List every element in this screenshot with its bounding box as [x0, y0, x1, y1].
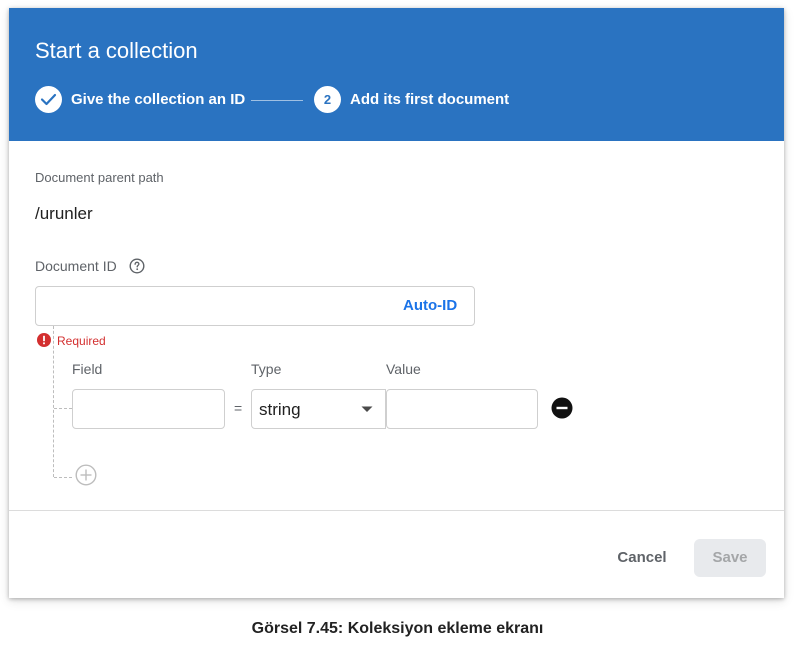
parent-path-value: /urunler — [35, 204, 93, 223]
document-id-label: Document ID — [35, 258, 117, 274]
required-error-text: Required — [57, 334, 106, 348]
error-icon — [37, 333, 51, 347]
parent-path-label: Document parent path — [35, 170, 164, 185]
type-column-label: Type — [251, 361, 282, 377]
dropdown-arrow-icon[interactable] — [361, 406, 373, 413]
equals-sign: = — [234, 400, 243, 416]
type-select-value: string — [259, 400, 301, 419]
footer-divider — [9, 510, 784, 511]
add-icon[interactable] — [75, 464, 97, 486]
dialog-title: Start a collection — [35, 38, 198, 63]
tree-line-vertical — [53, 326, 54, 477]
remove-icon[interactable] — [551, 397, 573, 419]
step-1-label: Give the collection an ID — [71, 91, 246, 108]
tree-line-branch — [54, 477, 72, 478]
field-value-input[interactable] — [386, 389, 538, 429]
help-icon[interactable] — [129, 258, 145, 274]
value-column-label: Value — [386, 361, 421, 377]
cancel-button[interactable]: Cancel — [606, 539, 678, 577]
tree-line-branch — [54, 408, 72, 409]
field-name-input[interactable] — [72, 389, 225, 429]
figure-caption: Görsel 7.45: Koleksiyon ekleme ekranı — [251, 620, 544, 637]
auto-id-button[interactable]: Auto-ID — [403, 297, 457, 314]
save-button[interactable]: Save — [694, 539, 766, 577]
step-2-label: Add its first document — [350, 91, 510, 108]
field-column-label: Field — [72, 361, 103, 377]
step-2-number: 2 — [314, 86, 341, 113]
start-collection-dialog: Start a collection Give the collection a… — [9, 8, 784, 598]
check-icon — [40, 93, 57, 106]
step-connector — [251, 100, 303, 101]
step-1-complete — [35, 86, 62, 113]
dialog-header: Start a collection Give the collection a… — [9, 8, 784, 141]
